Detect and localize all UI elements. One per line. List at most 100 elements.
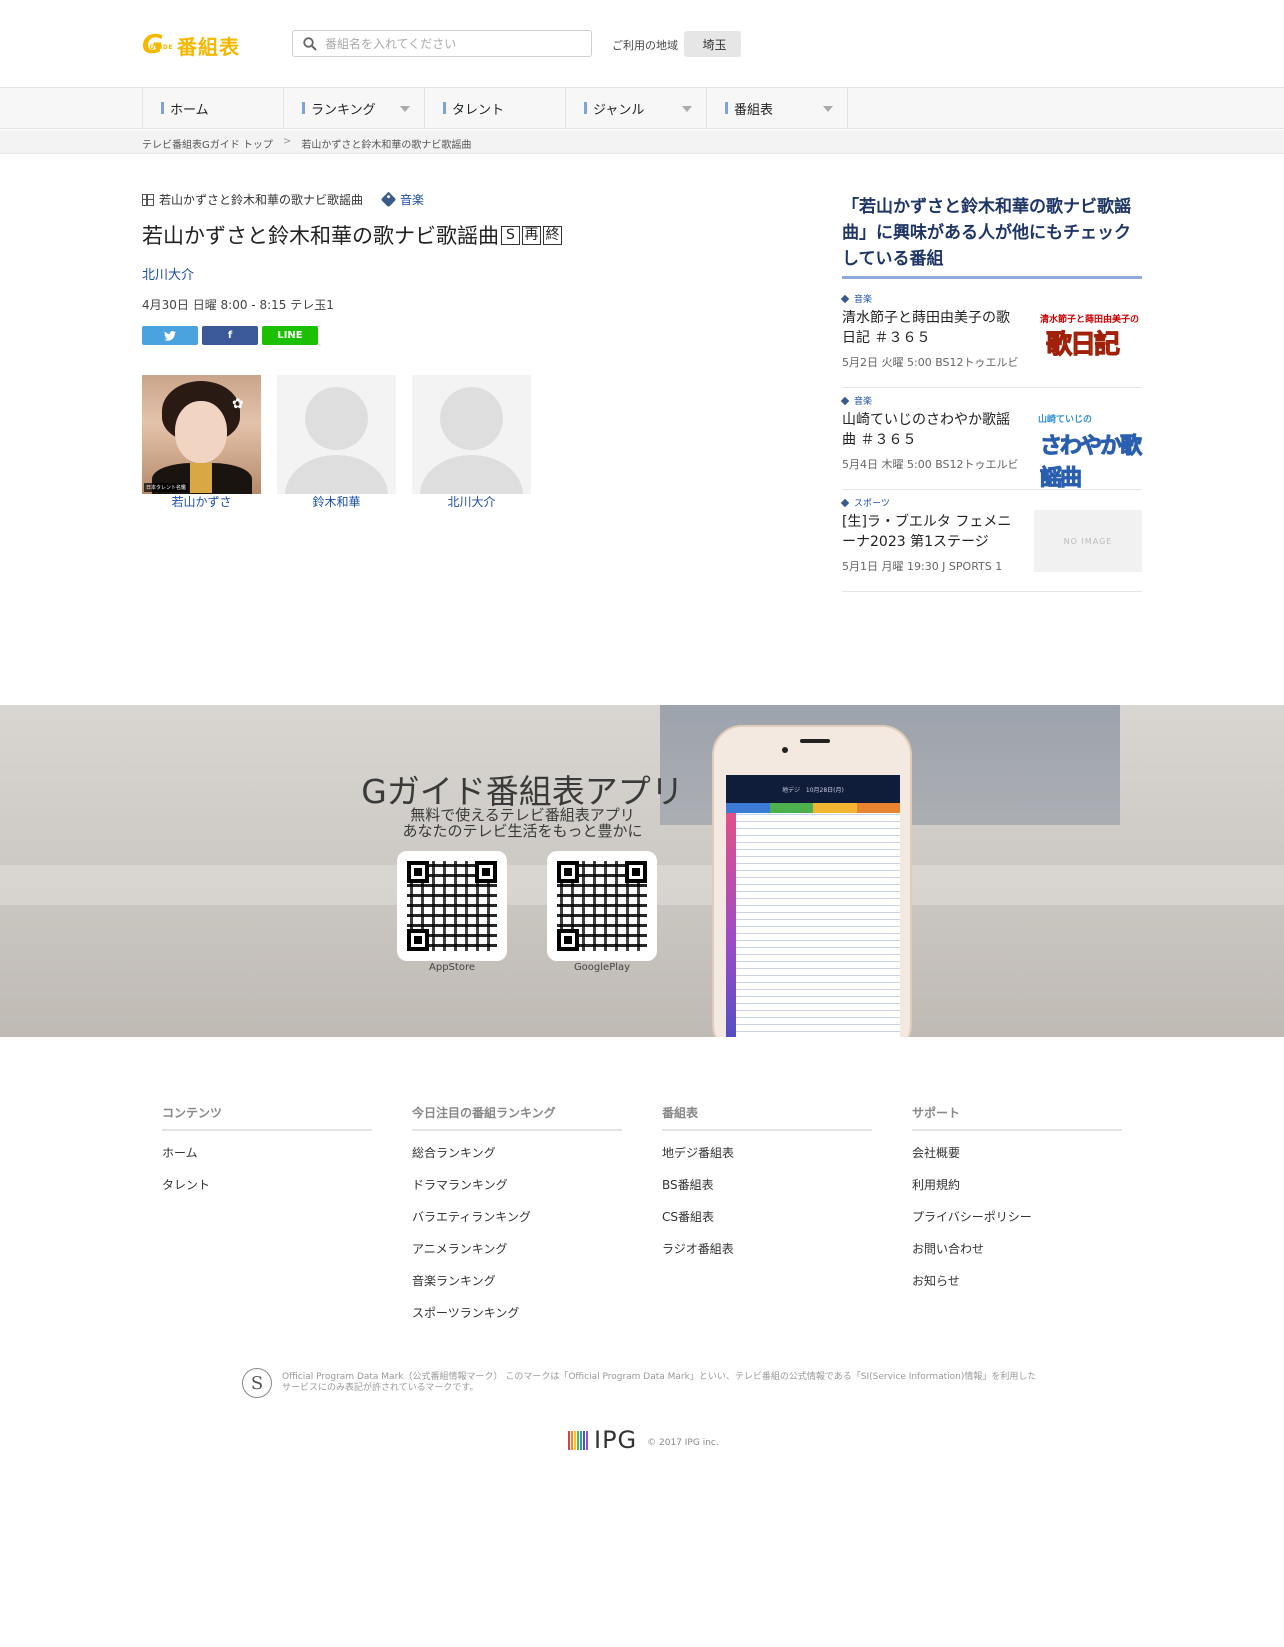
nav-accent-bar <box>161 102 164 114</box>
breadcrumb: テレビ番組表Gガイド トップ > 若山かずさと鈴木和華の歌ナビ歌謡曲 <box>142 136 471 151</box>
cast-card[interactable]: 北川大介 <box>412 375 531 510</box>
rec-genre: 音楽 <box>840 292 872 305</box>
rec-thumbnail[interactable]: 清水節子と蒔田由美子の 歌日記 <box>1034 306 1142 368</box>
rec-title[interactable]: 山崎ていじのさわやか歌謡曲 ＃３６５ <box>842 410 1020 450</box>
cast-name[interactable]: 若山かずさ <box>142 494 261 510</box>
logo-guide-text: GUIDE <box>149 43 173 51</box>
rec-time: 5月1日 月曜 19:30 J SPORTS 1 <box>842 560 1003 573</box>
footer-column: 番組表 地デジ番組表 BS番組表 CS番組表 ラジオ番組表 <box>662 1104 872 1337</box>
no-image-thumbnail[interactable]: NO IMAGE <box>1034 510 1142 572</box>
cast-name[interactable]: 北川大介 <box>412 494 531 510</box>
footer-link[interactable]: 地デジ番組表 <box>662 1145 872 1177</box>
cast-card[interactable]: ✿ 日本タレント名鑑 若山かずさ <box>142 375 261 510</box>
footer-links: コンテンツ ホーム タレント 今日注目の番組ランキング 総合ランキング ドラマラ… <box>162 1104 1122 1337</box>
nav-label: ジャンル <box>593 102 645 118</box>
camera-icon <box>782 747 788 753</box>
search-box[interactable] <box>292 30 592 57</box>
breadcrumb-current: 若山かずさと鈴木和華の歌ナビ歌謡曲 <box>301 140 472 151</box>
final-mark: 終 <box>543 225 562 245</box>
cast-photo-placeholder[interactable] <box>412 375 531 494</box>
nav-item-ranking[interactable]: ランキング <box>284 88 425 128</box>
list-item[interactable]: 音楽 清水節子と蒔田由美子の歌日記 ＃３６５ 5月2日 火曜 5:00 BS12… <box>840 286 1142 388</box>
rerun-mark: 再 <box>522 225 541 245</box>
ipg-bars-icon <box>568 1430 588 1450</box>
footer-link[interactable]: バラエティランキング <box>412 1209 622 1241</box>
promo-subtitle: 無料で使えるテレビ番組表アプリ あなたのテレビ生活をもっと豊かに <box>402 806 643 840</box>
list-item[interactable]: スポーツ [生]ラ・ブエルタ フェメニーナ2023 第1ステージ（チ… 5月1日… <box>840 490 1142 592</box>
cast-link[interactable]: 北川大介 <box>142 264 194 283</box>
cast-name[interactable]: 鈴木和華 <box>277 494 396 510</box>
footer-heading: サポート <box>912 1104 1122 1131</box>
footer-link[interactable]: ラジオ番組表 <box>662 1241 872 1273</box>
series-grid-icon <box>142 193 154 206</box>
footer-link[interactable]: ドラマランキング <box>412 1177 622 1209</box>
logo-text: 番組表 <box>176 34 240 59</box>
photo-credit: 日本タレント名鑑 <box>144 483 189 492</box>
airtime: 4月30日 日曜 8:00 - 8:15 テレ玉1 <box>142 298 334 312</box>
nav-label: ランキング <box>311 102 376 118</box>
nav-item-home[interactable]: ホーム <box>143 88 284 128</box>
nav-item-tvguide[interactable]: 番組表 <box>707 88 848 128</box>
copyright: © 2017 IPG inc. <box>647 1438 719 1448</box>
twitter-icon <box>164 330 176 341</box>
phone-mockup: 地デジ 10月28日(月) <box>712 725 912 1037</box>
footer-heading: 今日注目の番組ランキング <box>412 1104 622 1131</box>
footer-link[interactable]: アニメランキング <box>412 1241 622 1273</box>
rec-genre: 音楽 <box>840 394 872 407</box>
footer-heading: コンテンツ <box>162 1104 372 1131</box>
cast-grid: ✿ 日本タレント名鑑 若山かずさ 鈴木和華 北川大介 <box>142 375 531 510</box>
nav-item-genre[interactable]: ジャンル <box>566 88 707 128</box>
appstore-label[interactable]: AppStore <box>397 962 507 973</box>
share-buttons: f LINE <box>142 326 318 345</box>
rec-thumbnail[interactable]: 山崎ていじの さわやか歌謡曲 <box>1034 408 1143 492</box>
qr-code-icon <box>407 861 497 951</box>
genre-link[interactable]: 音楽 <box>400 191 424 208</box>
twitter-share-button[interactable] <box>142 326 198 345</box>
rec-title[interactable]: [生]ラ・ブエルタ フェメニーナ2023 第1ステージ（チ… <box>842 512 1020 552</box>
footer-column: 今日注目の番組ランキング 総合ランキング ドラマランキング バラエティランキング… <box>412 1104 622 1337</box>
search-input[interactable] <box>325 36 585 51</box>
cast-photo-placeholder[interactable] <box>277 375 396 494</box>
region-select-button[interactable]: 埼玉 <box>684 31 741 57</box>
program-title: 若山かずさと鈴木和華の歌ナビ歌謡曲 <box>142 224 499 248</box>
footer-link[interactable]: スポーツランキング <box>412 1305 622 1337</box>
footer-link[interactable]: ホーム <box>162 1145 372 1177</box>
footer-link[interactable]: 総合ランキング <box>412 1145 622 1177</box>
facebook-share-button[interactable]: f <box>202 326 258 345</box>
footer-link[interactable]: 会社概要 <box>912 1145 1122 1177</box>
cast-card[interactable]: 鈴木和華 <box>277 375 396 510</box>
rec-title[interactable]: 清水節子と蒔田由美子の歌日記 ＃３６５ <box>842 308 1020 348</box>
nav-item-talent[interactable]: タレント <box>425 88 566 128</box>
avatar-placeholder-icon <box>440 387 503 450</box>
footer-link[interactable]: 音楽ランキング <box>412 1273 622 1305</box>
flower-ornament-icon: ✿ <box>232 396 244 412</box>
nav-label: タレント <box>452 102 505 118</box>
nav-accent-bar <box>302 102 305 114</box>
cast-photo[interactable]: ✿ 日本タレント名鑑 <box>142 375 261 494</box>
footer-link[interactable]: お問い合わせ <box>912 1241 1122 1273</box>
footer-link[interactable]: プライバシーポリシー <box>912 1209 1122 1241</box>
rec-time: 5月2日 火曜 5:00 BS12トゥエルビ <box>842 356 1019 369</box>
footer-heading: 番組表 <box>662 1104 872 1131</box>
list-item[interactable]: 音楽 山崎ていじのさわやか歌謡曲 ＃３６５ 5月4日 木曜 5:00 BS12ト… <box>840 388 1143 492</box>
search-icon <box>303 36 317 51</box>
qr-code-icon <box>557 861 647 951</box>
footer-link[interactable]: BS番組表 <box>662 1177 872 1209</box>
page-title: 若山かずさと鈴木和華の歌ナビ歌謡曲 S 再 終 <box>142 220 562 250</box>
footer-link[interactable]: お知らせ <box>912 1273 1122 1305</box>
googleplay-qr-code[interactable] <box>547 851 657 961</box>
googleplay-label[interactable]: GooglePlay <box>547 962 657 973</box>
nav-accent-bar <box>725 102 728 114</box>
series-link[interactable]: 若山かずさと鈴木和華の歌ナビ歌謡曲 <box>159 191 363 208</box>
footer-link[interactable]: CS番組表 <box>662 1209 872 1241</box>
site-logo[interactable]: G GUIDE 番組表 <box>142 32 240 59</box>
footer-link[interactable]: タレント <box>162 1177 372 1209</box>
footer-column: コンテンツ ホーム タレント <box>162 1104 372 1337</box>
rec-genre: スポーツ <box>840 496 890 509</box>
appstore-qr-code[interactable] <box>397 851 507 961</box>
footer-link[interactable]: 利用規約 <box>912 1177 1122 1209</box>
ipg-logo-text: IPG <box>594 1426 638 1454</box>
line-share-button[interactable]: LINE <box>262 326 318 345</box>
avatar-placeholder-icon <box>305 387 368 450</box>
breadcrumb-home-link[interactable]: テレビ番組表Gガイド トップ <box>142 136 273 151</box>
